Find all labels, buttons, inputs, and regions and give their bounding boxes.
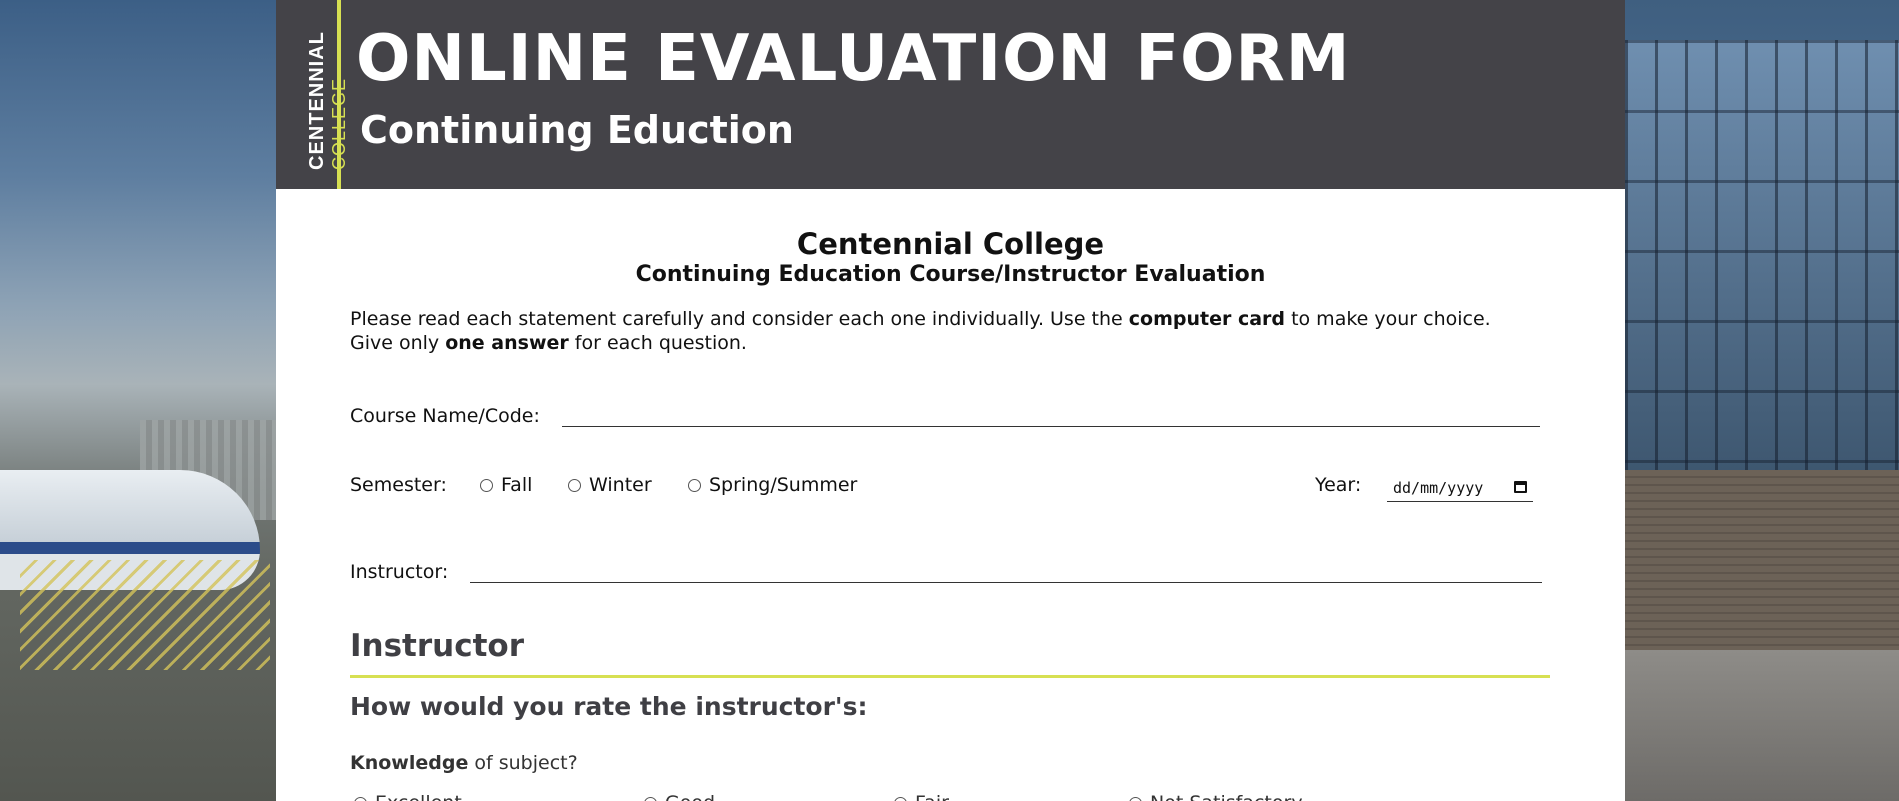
year-date-input[interactable]: dd/mm/yyyy [1387, 474, 1533, 502]
page-title: ONLINE EVALUATION FORM [356, 22, 1351, 96]
logo-divider [337, 0, 341, 189]
background-stairs [20, 560, 270, 670]
instructor-row: Instructor: [350, 554, 1542, 583]
radio-button[interactable] [894, 796, 907, 801]
course-label: Course Name/Code: [350, 405, 540, 427]
instructor-input[interactable] [470, 554, 1542, 583]
form-title: Centennial College [796, 227, 1105, 261]
semester-option-spring-summer[interactable]: Spring/Summer [688, 474, 857, 496]
semester-option-fall[interactable]: Fall [480, 474, 532, 496]
section-title-instructor: Instructor [350, 628, 525, 664]
form-heading: Centennial College Continuing Education … [350, 227, 1551, 289]
calendar-icon[interactable] [1514, 481, 1527, 493]
logo-line1: CENTENNIAL [306, 31, 328, 170]
semester-label: Semester: [350, 474, 447, 496]
header-banner: CENTENNIAL COLLEGE ONLINE EVALUATION FOR… [276, 0, 1625, 189]
question-group-heading: How would you rate the instructor's: [350, 692, 868, 721]
instructor-label: Instructor: [350, 561, 449, 583]
answer-good[interactable]: Good [644, 792, 715, 801]
college-logo: CENTENNIAL COLLEGE [276, 0, 349, 189]
background-glass-facade [1625, 40, 1899, 470]
radio-button[interactable] [688, 478, 701, 492]
answer-excellent[interactable]: Excellent [354, 792, 462, 801]
form-subtitle: Continuing Education Course/Instructor E… [635, 262, 1266, 287]
form-instructions: Please read each statement carefully and… [350, 308, 1491, 354]
question-knowledge: Knowledge of subject? [350, 752, 578, 774]
page-subtitle: Continuing Eduction [360, 108, 794, 152]
background-photo-left [0, 0, 276, 801]
course-input[interactable] [561, 398, 1540, 427]
radio-button[interactable] [568, 478, 581, 492]
year-label: Year: [1315, 474, 1362, 496]
form-content: Centennial College Continuing Education … [276, 227, 1625, 355]
radio-button[interactable] [644, 796, 657, 801]
form-page: CENTENNIAL COLLEGE ONLINE EVALUATION FOR… [276, 0, 1625, 801]
knowledge-answers: Excellent Good Fair Not Satisfactory [354, 790, 1554, 801]
radio-button[interactable] [354, 796, 367, 801]
background-brick-wall [1625, 470, 1899, 650]
answer-fair[interactable]: Fair [894, 792, 949, 801]
answer-not-satisfactory[interactable]: Not Satisfactory [1129, 792, 1303, 801]
background-photo-right [1625, 0, 1899, 801]
radio-button[interactable] [1129, 796, 1142, 801]
semester-row: Semester: Fall Winter Spring/Summer Year… [350, 472, 1542, 502]
radio-button[interactable] [480, 478, 493, 492]
background-road [1625, 650, 1899, 801]
course-row: Course Name/Code: [350, 398, 1540, 427]
semester-option-winter[interactable]: Winter [568, 474, 652, 496]
section-divider [350, 675, 1550, 678]
